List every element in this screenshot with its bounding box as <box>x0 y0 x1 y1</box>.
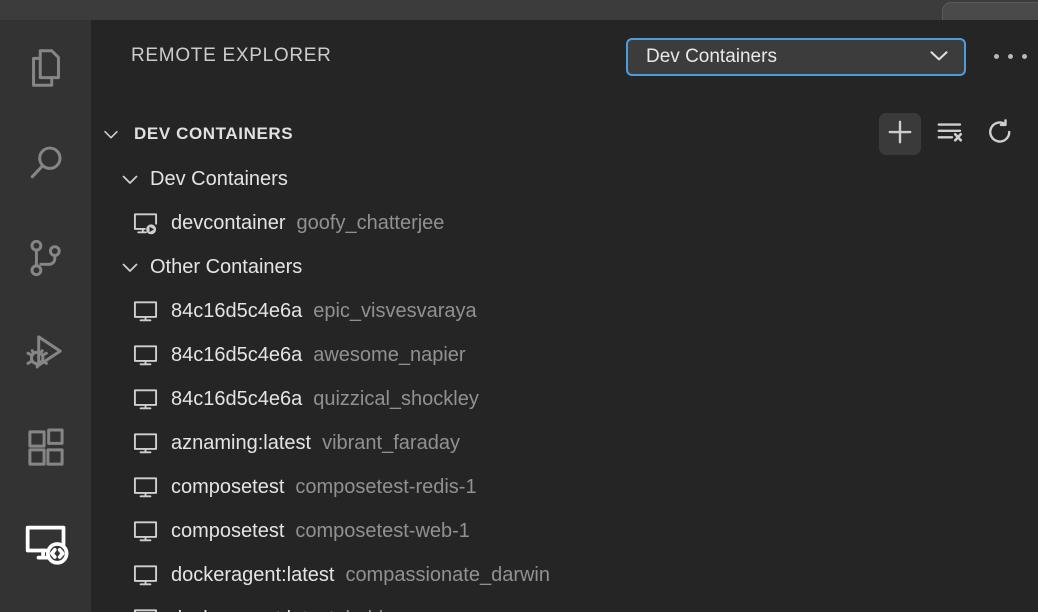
container-icon <box>132 518 159 545</box>
section-title: DEV CONTAINERS <box>134 124 294 143</box>
search-icon <box>23 140 69 186</box>
container-image-name: 84c16d5c4e6a <box>171 343 303 366</box>
remote-explorer-icon <box>21 518 71 568</box>
tree-item-container[interactable]: aznaming:latest vibrant_faraday <box>91 421 1038 465</box>
container-instance-name: epic_visvesvaraya <box>313 299 477 322</box>
tree-item-container[interactable]: dockeragent:latest compassionate_darwin <box>91 553 1038 597</box>
container-icon <box>132 430 159 457</box>
editor-tab[interactable] <box>942 2 1038 20</box>
remote-type-dropdown-value: Dev Containers <box>646 46 777 67</box>
activity-item-remote-explorer[interactable] <box>0 495 91 590</box>
container-image-name: aznaming:latest <box>171 431 312 454</box>
chevron-down-icon <box>926 42 952 73</box>
container-instance-name: bold_morse <box>345 608 450 612</box>
source-control-branch-icon <box>23 235 69 281</box>
create-dev-container-button[interactable] <box>879 113 921 155</box>
tree-item-container[interactable]: devcontainer goofy_chatterjee <box>91 201 1038 245</box>
container-instance-name: goofy_chatterjee <box>296 211 445 234</box>
refresh-button[interactable] <box>979 113 1021 155</box>
container-instance-name: compassionate_darwin <box>345 563 550 586</box>
refresh-icon <box>985 117 1015 152</box>
container-image-name: composetest <box>171 475 285 498</box>
activity-item-explorer[interactable] <box>0 20 91 115</box>
section-header-dev-containers[interactable]: DEV CONTAINERS <box>91 112 1038 156</box>
container-icon <box>132 606 159 612</box>
plus-icon <box>885 117 915 152</box>
tree-group-label: Dev Containers <box>150 167 288 190</box>
container-running-icon <box>132 210 159 237</box>
dev-containers-tree: Dev Containers devcontainer goofy_chatterj… <box>91 157 1038 612</box>
container-instance-name: composetest-redis-1 <box>295 475 477 498</box>
activity-bar <box>0 20 91 612</box>
ellipsis-dot <box>1022 54 1027 59</box>
title-bar <box>0 0 1038 20</box>
run-and-debug-icon <box>23 330 69 376</box>
tree-item-container[interactable]: composetest composetest-redis-1 <box>91 465 1038 509</box>
clear-list-button[interactable] <box>929 113 971 155</box>
sidebar-header: REMOTE EXPLORER Dev Containers <box>91 20 1038 92</box>
tree-item-container[interactable]: 84c16d5c4e6a epic_visvesvaraya <box>91 289 1038 333</box>
ellipsis-dot <box>994 54 999 59</box>
container-image-name: devcontainer <box>171 211 286 234</box>
page-title: REMOTE EXPLORER <box>131 45 332 66</box>
container-icon <box>132 474 159 501</box>
list-clear-x-icon <box>935 117 965 152</box>
chevron-down-icon[interactable] <box>118 167 142 191</box>
container-instance-name: composetest-web-1 <box>295 519 470 542</box>
section-actions <box>879 112 1021 156</box>
tree-group-label: Other Containers <box>150 255 303 278</box>
container-instance-name: quizzical_shockley <box>313 387 479 410</box>
activity-item-source-control[interactable] <box>0 210 91 305</box>
extensions-blocks-icon <box>23 425 69 471</box>
container-instance-name: vibrant_faraday <box>322 431 460 454</box>
container-image-name: dockeragent:latest <box>171 608 334 612</box>
tree-item-container[interactable]: 84c16d5c4e6a quizzical_shockley <box>91 377 1038 421</box>
activity-item-search[interactable] <box>0 115 91 210</box>
tree-group-dev-containers[interactable]: Dev Containers <box>91 157 1038 201</box>
container-icon <box>132 298 159 325</box>
activity-item-run-and-debug[interactable] <box>0 305 91 400</box>
container-image-name: 84c16d5c4e6a <box>171 387 303 410</box>
activity-item-extensions[interactable] <box>0 400 91 495</box>
ellipsis-dot <box>1008 54 1013 59</box>
container-image-name: dockeragent:latest <box>171 563 335 586</box>
remote-explorer-sidebar: REMOTE EXPLORER Dev Containers DEV CONTA… <box>91 20 1038 612</box>
container-icon <box>132 562 159 589</box>
remote-type-dropdown[interactable]: Dev Containers <box>626 38 966 76</box>
tree-item-container[interactable]: dockeragent:latest bold_morse <box>91 597 1038 612</box>
views-and-more-actions-button[interactable] <box>994 54 1027 59</box>
container-icon <box>132 386 159 413</box>
files-explorer-icon <box>23 45 69 91</box>
container-instance-name: awesome_napier <box>313 343 466 366</box>
chevron-down-icon[interactable] <box>100 123 122 145</box>
container-image-name: composetest <box>171 519 285 542</box>
container-icon <box>132 342 159 369</box>
chevron-down-icon[interactable] <box>118 255 142 279</box>
container-image-name: 84c16d5c4e6a <box>171 299 303 322</box>
tree-item-container[interactable]: 84c16d5c4e6a awesome_napier <box>91 333 1038 377</box>
tree-group-other-containers[interactable]: Other Containers <box>91 245 1038 289</box>
tree-item-container[interactable]: composetest composetest-web-1 <box>91 509 1038 553</box>
